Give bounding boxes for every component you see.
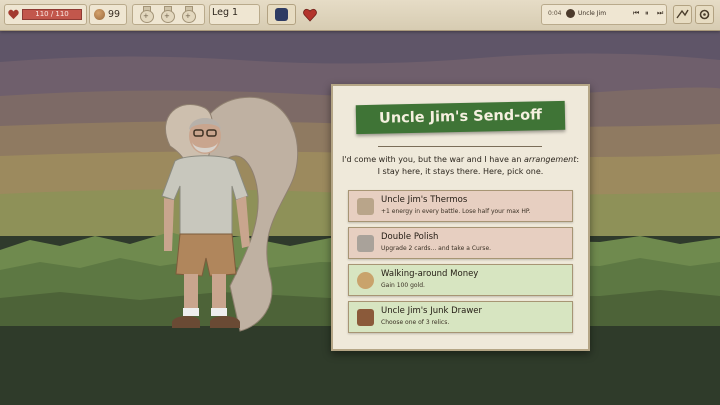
- option-description: Choose one of 3 relics.: [381, 319, 450, 326]
- thermos-icon: [357, 198, 374, 215]
- body-line1-prefix: I'd come with you, but the war and I hav…: [341, 155, 524, 164]
- option-title: Uncle Jim's Junk Drawer: [381, 306, 483, 316]
- heart-relic-icon[interactable]: [303, 8, 317, 22]
- leg-label: Leg 1: [212, 7, 239, 18]
- option-double-polish[interactable]: Double Polish Upgrade 2 cards... and tak…: [348, 227, 573, 259]
- body-line2: I stay here, it stays there. Here, pick …: [377, 167, 544, 176]
- dialog-title: Uncle Jim's Send-off: [378, 107, 543, 127]
- option-title: Walking-around Money: [381, 269, 479, 279]
- option-description: Gain 100 gold.: [381, 282, 425, 289]
- title-divider: [378, 146, 542, 147]
- hp-text: 110 / 110: [35, 10, 69, 18]
- music-time: 0:04: [548, 10, 562, 17]
- option-title: Uncle Jim's Thermos: [381, 195, 468, 205]
- previous-track-button[interactable]: ⏮: [633, 9, 639, 18]
- potion-slot-3[interactable]: +: [181, 6, 196, 23]
- gold-amount: 99: [108, 9, 121, 20]
- potion-slot-1[interactable]: +: [139, 6, 154, 23]
- relic-slot[interactable]: [267, 4, 296, 25]
- pause-button[interactable]: ⏸: [645, 9, 649, 18]
- heart-icon: [8, 9, 19, 20]
- option-description: Upgrade 2 cards... and take a Curse.: [381, 245, 492, 252]
- top-hud-bar: 110 / 110 99 + + + Leg 1 0:04 Uncle Jim …: [0, 0, 720, 31]
- money-icon: [357, 272, 374, 289]
- relic-icon: [275, 8, 288, 21]
- next-track-button[interactable]: ⏭: [657, 9, 663, 18]
- drawer-icon: [357, 309, 374, 326]
- gear-icon: [699, 9, 710, 20]
- potion-slot-2[interactable]: +: [160, 6, 175, 23]
- polish-icon: [357, 235, 374, 252]
- game-scene: 110 / 110 99 + + + Leg 1 0:04 Uncle Jim …: [0, 0, 720, 405]
- option-junk-drawer[interactable]: Uncle Jim's Junk Drawer Choose one of 3 …: [348, 301, 573, 333]
- option-title: Double Polish: [381, 232, 439, 242]
- option-description: +1 energy in every battle. Lose half you…: [381, 208, 531, 215]
- settings-button[interactable]: [695, 5, 714, 24]
- dialog-body: I'd come with you, but the war and I hav…: [336, 154, 585, 178]
- body-line1-suffix: :: [576, 155, 580, 164]
- option-thermos[interactable]: Uncle Jim's Thermos +1 energy in every b…: [348, 190, 573, 222]
- coin-icon: [94, 9, 105, 20]
- map-button[interactable]: [673, 5, 692, 24]
- music-track-title: Uncle Jim: [578, 10, 607, 17]
- map-icon: [676, 9, 689, 19]
- uncle-jim-character: [161, 96, 299, 332]
- music-disc-icon: [566, 9, 575, 18]
- body-line1-emphasis: arrangement: [523, 155, 577, 164]
- option-walking-around-money[interactable]: Walking-around Money Gain 100 gold.: [348, 264, 573, 296]
